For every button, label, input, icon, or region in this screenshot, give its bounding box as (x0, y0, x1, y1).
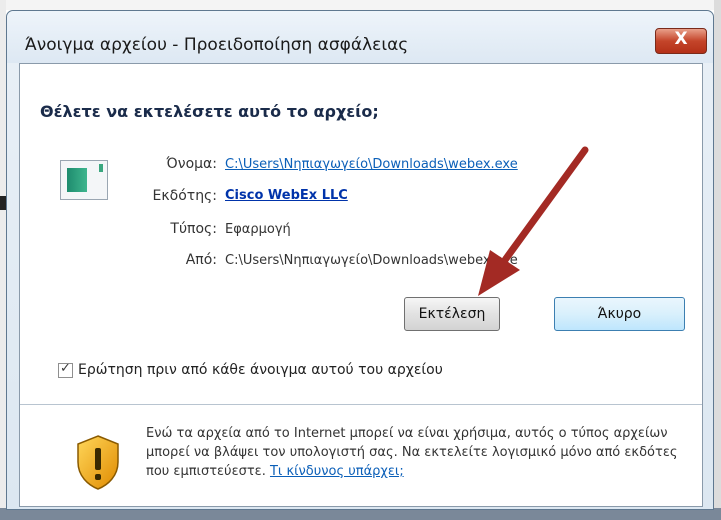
dialog-heading: Θέλετε να εκτελέσετε αυτό το αρχείο; (40, 102, 379, 121)
cancel-button[interactable]: Άκυρο (554, 297, 685, 331)
publisher-link[interactable]: Cisco WebEx LLC (225, 188, 348, 203)
dialog-content: Θέλετε να εκτελέσετε αυτό το αρχείο; Όνο… (19, 63, 703, 507)
application-file-icon-body (67, 168, 87, 192)
security-warning-dialog: Άνοιγμα αρχείου - Προειδοποίηση ασφάλεια… (6, 10, 714, 510)
risk-info-link[interactable]: Τι κίνδυνος υπάρχει; (270, 464, 404, 479)
window-title: Άνοιγμα αρχείου - Προειδοποίηση ασφάλεια… (25, 35, 409, 55)
file-name-link[interactable]: C:\Users\Νηπιαγωγείο\Downloads\webex.exe (225, 157, 518, 172)
close-icon: X (674, 29, 688, 49)
type-value: Εφαρμογή (225, 222, 291, 237)
publisher-label: Εκδότης: (152, 188, 217, 204)
warning-message: Ενώ τα αρχεία από το Internet μπορεί να … (146, 426, 678, 479)
ask-before-open-label[interactable]: Ερώτηση πριν από κάθε άνοιγμα αυτού του … (78, 362, 443, 378)
shield-warning-icon (77, 435, 119, 490)
close-button[interactable]: X (655, 28, 707, 54)
type-label: Τύπος: (170, 221, 217, 237)
warning-text: Ενώ τα αρχεία από το Internet μπορεί να … (146, 424, 681, 481)
title-bar[interactable]: Άνοιγμα αρχείου - Προειδοποίηση ασφάλεια… (7, 11, 713, 63)
checkmark-icon: ✓ (60, 360, 71, 376)
separator (20, 404, 702, 405)
name-label: Όνομα: (166, 156, 217, 172)
run-button[interactable]: Εκτέλεση (404, 297, 500, 331)
from-value: C:\Users\Νηπιαγωγείο\Downloads\webex.exe (225, 253, 518, 268)
from-label: Από: (185, 252, 217, 268)
ask-before-open-checkbox[interactable]: ✓ (58, 360, 73, 378)
backdrop-top (0, 0, 721, 10)
ask-before-open-row: ✓ Ερώτηση πριν από κάθε άνοιγμα αυτού το… (58, 360, 443, 378)
backdrop-right (714, 0, 721, 520)
